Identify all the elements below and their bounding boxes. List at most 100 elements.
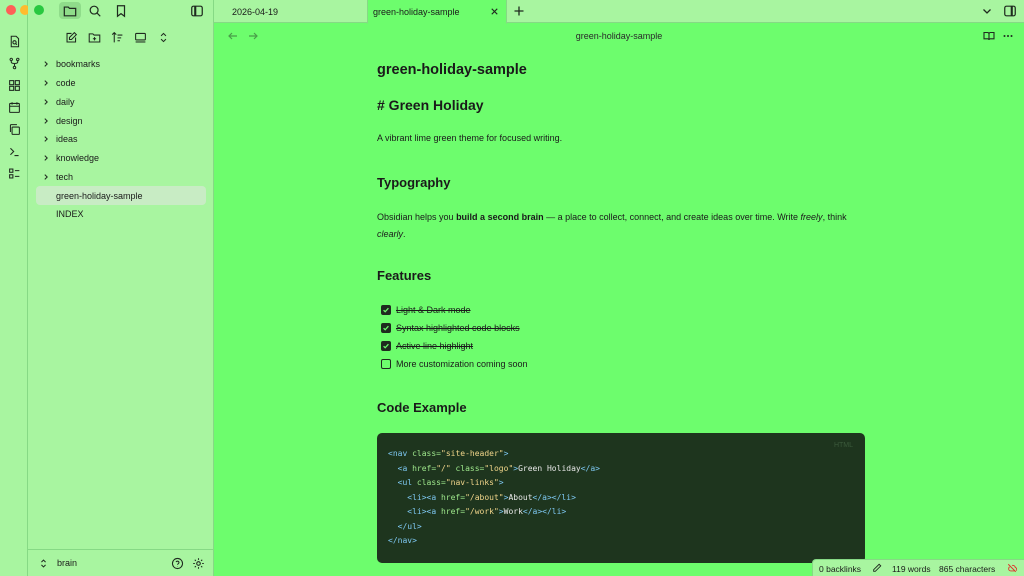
task-checkbox[interactable] — [381, 323, 391, 333]
tree-item-label: INDEX — [56, 209, 84, 220]
sidebar-toggle-icon — [191, 5, 203, 16]
new-folder-button[interactable] — [87, 29, 102, 46]
change-sort-order-button[interactable] — [110, 29, 125, 46]
para-text: . — [403, 228, 406, 239]
task-label: Active line highlight — [396, 341, 474, 351]
tree-file-green-holiday-sample[interactable]: green-holiday-sample — [36, 186, 206, 205]
file-tree: bookmarks code daily design ideas knowle… — [36, 55, 206, 224]
tree-folder-daily[interactable]: daily — [36, 93, 206, 112]
open-canvas-button[interactable] — [0, 74, 28, 96]
collapse-sidebar-button[interactable] — [188, 2, 206, 19]
chevron-right-icon — [40, 98, 52, 106]
tree-item-label: green-holiday-sample — [56, 190, 143, 201]
open-bases-button[interactable] — [0, 162, 28, 184]
sync-off-icon[interactable] — [1007, 563, 1017, 573]
open-daily-note-button[interactable] — [0, 96, 28, 118]
tree-item-label: code — [56, 78, 76, 89]
bookmarks-tab-button[interactable] — [112, 2, 130, 19]
folder-icon — [63, 5, 77, 16]
vault-name[interactable]: brain — [57, 558, 77, 568]
chevron-right-icon — [40, 60, 52, 68]
plus-icon[interactable] — [512, 4, 526, 18]
code-line: <li><a href="/work">Work</a></li> — [388, 507, 567, 516]
task-label: More customization coming soon — [396, 359, 528, 369]
chevron-right-icon — [40, 173, 52, 181]
heading-green-holiday: # Green Holiday — [377, 97, 484, 113]
code-block[interactable]: HTML <nav class="site-header"> <a href="… — [377, 433, 865, 563]
word-count: 119 words — [892, 564, 931, 574]
vault-switcher: brain — [28, 549, 214, 576]
pencil-icon[interactable] — [872, 563, 882, 573]
tree-folder-knowledge[interactable]: knowledge — [36, 149, 206, 168]
backlinks-count[interactable]: 0 backlinks — [819, 564, 861, 574]
folder-plus-icon — [88, 33, 101, 43]
sidebar-toggle-icon[interactable] — [1003, 4, 1017, 18]
sort-icon — [111, 31, 123, 43]
typography-paragraph: Obsidian helps you build a second brain … — [377, 209, 865, 242]
chevron-down-icon[interactable] — [980, 4, 994, 18]
tree-item-label: knowledge — [56, 153, 100, 164]
tree-item-label: daily — [56, 96, 75, 107]
close-window-button[interactable] — [6, 5, 16, 15]
gear-icon[interactable] — [192, 557, 205, 570]
expand-collapse-all-button[interactable] — [156, 29, 171, 46]
tree-folder-bookmarks[interactable]: bookmarks — [36, 55, 206, 74]
tree-folder-design[interactable]: design — [36, 111, 206, 130]
book-open-icon[interactable] — [983, 30, 995, 42]
tab-2026-04-19[interactable]: 2026-04-19 — [214, 0, 367, 23]
auto-reveal-button[interactable] — [133, 29, 148, 46]
open-command-palette-button[interactable] — [0, 140, 28, 162]
more-options-icon[interactable] — [1002, 30, 1014, 42]
heading-code-example: Code Example — [377, 400, 467, 415]
ribbon — [0, 0, 44, 576]
file-explorer-sidebar: bookmarks code daily design ideas knowle… — [28, 0, 214, 576]
code-line: <ul class="nav-links"> — [388, 478, 504, 487]
chevrons-up-down-icon — [41, 558, 46, 568]
inline-title[interactable]: green-holiday-sample — [377, 62, 527, 78]
new-note-button[interactable] — [64, 29, 79, 46]
tree-item-label: tech — [56, 171, 74, 182]
panel-icon — [135, 32, 146, 43]
zoom-window-button[interactable] — [34, 5, 44, 15]
task-checkbox[interactable] — [381, 305, 391, 315]
code-line: <li><a href="/about">About</a></li> — [388, 492, 576, 502]
status-bar: 0 backlinks 119 words 865 characters — [812, 559, 1024, 576]
tree-folder-code[interactable]: code — [36, 74, 206, 93]
view-header-title[interactable]: green-holiday-sample — [214, 31, 1024, 41]
tab-label: 2026-04-19 — [232, 6, 279, 17]
insert-template-button[interactable] — [0, 118, 28, 140]
check-icon — [383, 343, 389, 349]
task-label: Light & Dark mode — [396, 305, 471, 315]
files-tab-button[interactable] — [59, 2, 81, 19]
chevron-right-icon — [40, 79, 52, 87]
tree-item-label: bookmarks — [56, 59, 101, 70]
bookmark-icon — [116, 4, 126, 17]
code-line: <a href="/" class="logo">Green Holiday</… — [388, 463, 600, 473]
chevrons-up-down-icon — [160, 32, 167, 43]
tab-label: green-holiday-sample — [373, 6, 460, 17]
open-graph-view-button[interactable] — [0, 52, 28, 74]
calendar-icon — [8, 101, 20, 113]
code-line: </nav> — [388, 536, 417, 545]
tree-folder-tech[interactable]: tech — [36, 168, 206, 187]
tree-file-index[interactable]: INDEX — [36, 205, 206, 224]
help-icon[interactable] — [171, 557, 184, 570]
tree-folder-ideas[interactable]: ideas — [36, 130, 206, 149]
task-checkbox[interactable] — [381, 359, 391, 369]
task-item: More customization coming soon — [381, 357, 528, 371]
close-icon[interactable] — [489, 6, 500, 17]
tab-green-holiday-sample[interactable]: green-holiday-sample — [367, 0, 507, 24]
search-tab-button[interactable] — [86, 2, 104, 19]
chevron-right-icon — [40, 135, 52, 143]
open-quick-switcher-button[interactable] — [0, 30, 28, 52]
layout-grid-icon — [8, 79, 20, 91]
tab-bar: 2026-04-19 green-holiday-sample — [214, 0, 1024, 24]
search-icon — [89, 5, 101, 17]
task-item: Active line highlight — [381, 339, 473, 353]
heading-features: Features — [377, 268, 432, 283]
italic-text: freely — [800, 212, 823, 222]
para-text: Obsidian helps you — [377, 212, 457, 222]
task-checkbox[interactable] — [381, 341, 391, 351]
code-line: <nav class="site-header"> — [388, 449, 509, 458]
chevron-right-icon — [40, 117, 52, 125]
